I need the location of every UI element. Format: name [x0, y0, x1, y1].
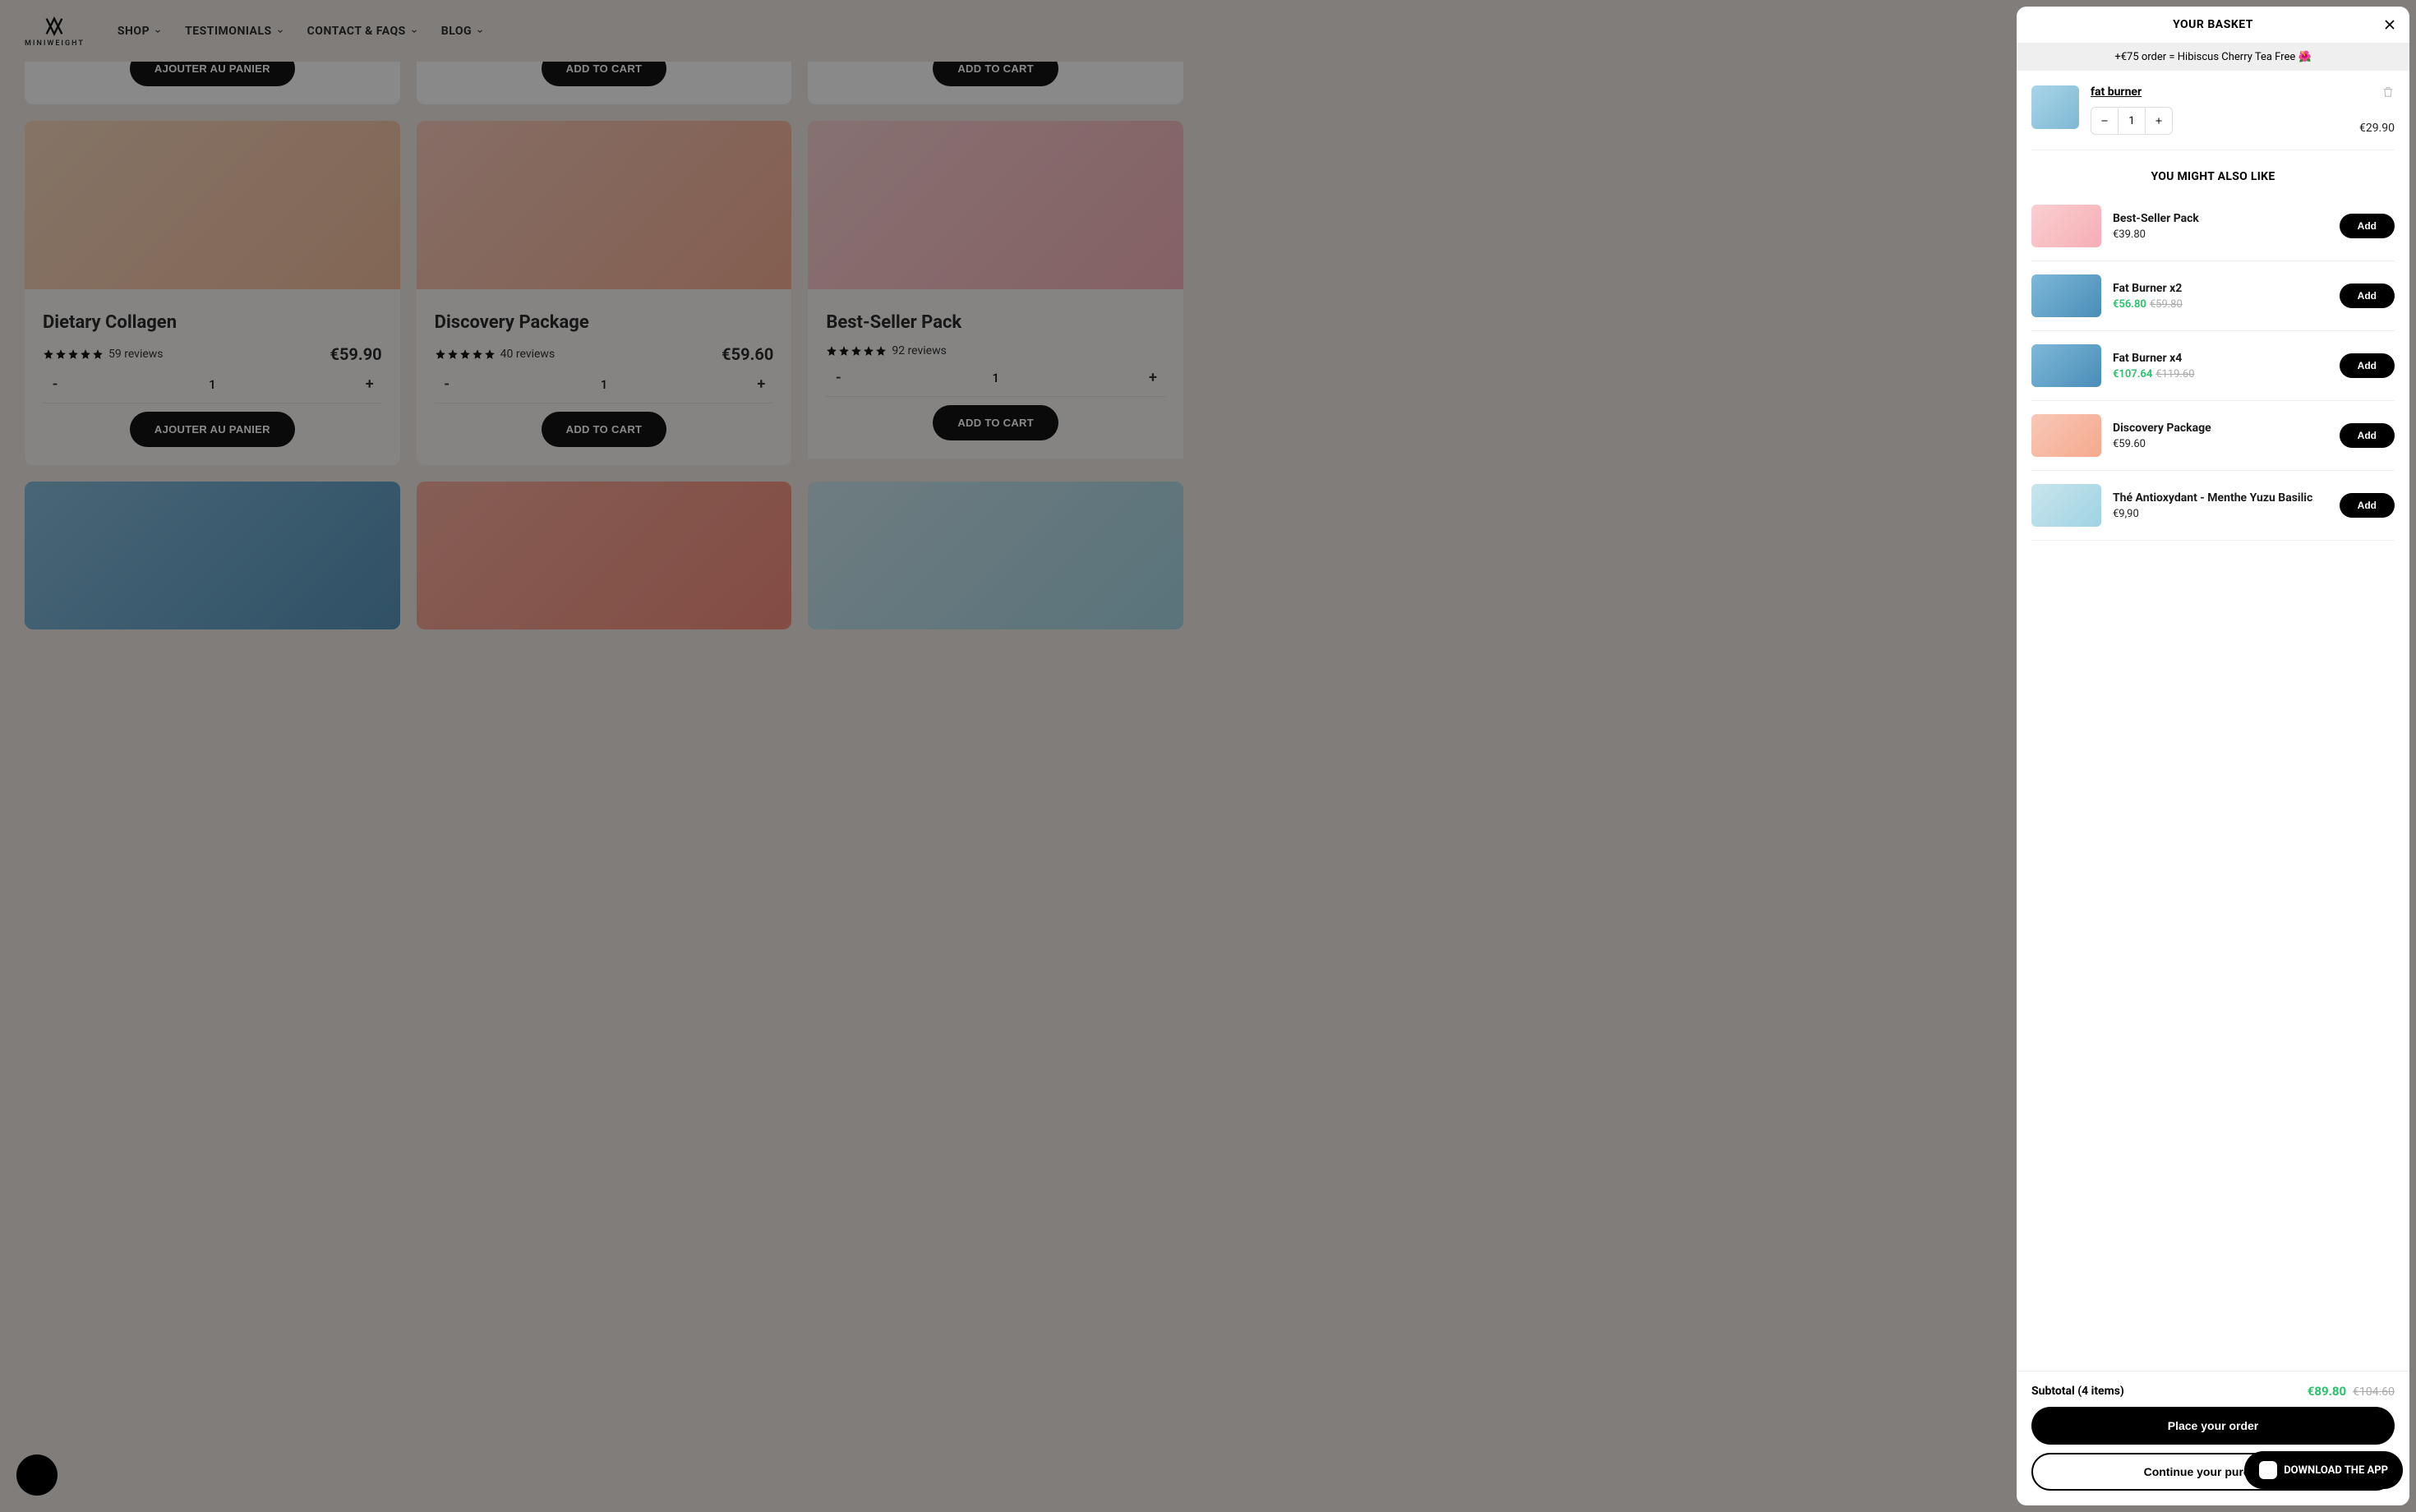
app-icon — [2259, 1461, 2277, 1479]
upsell-item: Best-Seller Pack €39.80 Add — [2031, 191, 2395, 261]
cart-item-main: fat burner 1 — [2091, 85, 2348, 135]
upsell-price: €56.80€59.80 — [2113, 298, 2328, 311]
upsell-thumb — [2031, 414, 2101, 457]
upsell-price: €59.60 — [2113, 438, 2328, 450]
upsell-info: Fat Burner x2 €56.80€59.80 — [2113, 282, 2328, 311]
qty-value: 1 — [2118, 108, 2146, 134]
upsell-item: Fat Burner x4 €107.64€119.60 Add — [2031, 331, 2395, 401]
upsell-item: Fat Burner x2 €56.80€59.80 Add — [2031, 261, 2395, 331]
upsell-info: Discovery Package €59.60 — [2113, 422, 2328, 450]
subtotal-row: Subtotal (4 items) €89.80 €104.60 — [2031, 1383, 2395, 1399]
upsell-add-button[interactable]: Add — [2340, 423, 2395, 448]
download-app-button[interactable]: DOWNLOAD THE APP — [2244, 1451, 2403, 1489]
trash-icon[interactable] — [2381, 85, 2395, 99]
gift-icon — [26, 1464, 48, 1486]
upsell-info: Thé Antioxydant - Menthe Yuzu Basilic €9,… — [2113, 491, 2328, 520]
upsell-thumb — [2031, 274, 2101, 317]
upsell-name: Thé Antioxydant - Menthe Yuzu Basilic — [2113, 491, 2328, 505]
cart-qty-stepper: 1 — [2091, 107, 2173, 135]
cart-item-price: €29.90 — [2359, 122, 2395, 135]
upsell-price: €107.64€119.60 — [2113, 368, 2328, 380]
upsell-thumb — [2031, 344, 2101, 387]
checkout-button[interactable]: Place your order — [2031, 1407, 2395, 1445]
upsell-info: Fat Burner x4 €107.64€119.60 — [2113, 352, 2328, 380]
drawer-title: YOUR BASKET — [2173, 18, 2253, 31]
upsell-add-button[interactable]: Add — [2340, 493, 2395, 518]
gift-fab[interactable] — [16, 1454, 58, 1496]
plus-icon — [2154, 116, 2164, 126]
subtotal-sale: €89.80 — [2308, 1384, 2346, 1399]
upsell-item: Thé Antioxydant - Menthe Yuzu Basilic €9,… — [2031, 471, 2395, 541]
upsell-info: Best-Seller Pack €39.80 — [2113, 212, 2328, 241]
upsell-name: Discovery Package — [2113, 422, 2328, 435]
subtotal-label: Subtotal (4 items) — [2031, 1385, 2124, 1398]
upsell-name: Best-Seller Pack — [2113, 212, 2328, 225]
cart-item-name[interactable]: fat burner — [2091, 85, 2348, 99]
subtotal-price: €89.80 €104.60 — [2308, 1383, 2395, 1399]
cart-item-thumb — [2031, 85, 2079, 129]
subtotal-orig: €104.60 — [2353, 1385, 2395, 1399]
upsell-thumb — [2031, 484, 2101, 527]
download-label: DOWNLOAD THE APP — [2284, 1464, 2388, 1477]
upsell-item: Discovery Package €59.60 Add — [2031, 401, 2395, 471]
drawer-header: YOUR BASKET — [2017, 7, 2409, 44]
upsell-thumb — [2031, 205, 2101, 247]
upsell-name: Fat Burner x2 — [2113, 282, 2328, 295]
cart-item: fat burner 1 €29.90 — [2031, 71, 2395, 150]
upsell-title: YOU MIGHT ALSO LIKE — [2031, 150, 2395, 191]
upsell-name: Fat Burner x4 — [2113, 352, 2328, 365]
upsell-add-button[interactable]: Add — [2340, 214, 2395, 238]
upsell-add-button[interactable]: Add — [2340, 353, 2395, 378]
upsell-list: Best-Seller Pack €39.80 Add Fat Burner x2 €5… — [2031, 191, 2395, 541]
upsell-add-button[interactable]: Add — [2340, 284, 2395, 308]
cart-drawer: YOUR BASKET +€75 order = Hibiscus Cherry… — [2017, 7, 2409, 1505]
cart-item-side: €29.90 — [2359, 85, 2395, 135]
upsell-price: €39.80 — [2113, 228, 2328, 241]
qty-decrease-button[interactable] — [2091, 108, 2118, 134]
qty-increase-button[interactable] — [2146, 108, 2172, 134]
close-icon[interactable] — [2381, 16, 2398, 33]
drawer-body: fat burner 1 €29.90 YOU MIGHT ALSO LIKE … — [2017, 71, 2409, 1371]
promo-bar: +€75 order = Hibiscus Cherry Tea Free 🌺 — [2017, 44, 2409, 71]
minus-icon — [2100, 116, 2109, 126]
upsell-price: €9,90 — [2113, 508, 2328, 520]
